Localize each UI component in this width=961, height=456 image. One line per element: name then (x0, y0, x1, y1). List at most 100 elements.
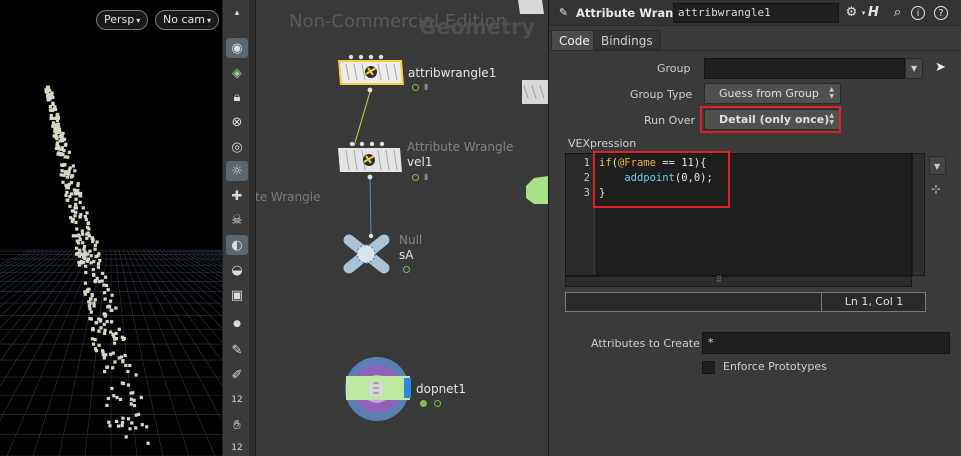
display-flag-icon[interactable] (412, 174, 419, 181)
particle (103, 370, 107, 374)
dopnet1-node[interactable] (345, 357, 411, 421)
search-icon[interactable]: ⌕ (889, 4, 906, 21)
pen-button[interactable]: ✐ (226, 365, 248, 385)
particle (83, 256, 87, 261)
particle (109, 352, 113, 356)
node-label-dopnet1: dopnet1 (416, 382, 466, 396)
select-arrow-icon[interactable]: ➤ (935, 60, 946, 75)
display-flag-icon[interactable] (412, 84, 419, 91)
chevron-down-icon: ▾ (136, 16, 141, 25)
lock-icon: 🔒︎ (233, 89, 241, 105)
toolbar-arrow-button[interactable]: ▴ (226, 3, 248, 23)
scene-viewport[interactable]: Persp ▾ No cam ▾ (0, 0, 222, 456)
frame-count-button[interactable]: 12 (226, 390, 248, 410)
particle (79, 260, 83, 264)
group-select-button[interactable]: ▼ (905, 58, 923, 79)
particle (90, 293, 94, 297)
partial-node-right (522, 80, 548, 104)
pane-divider[interactable] (249, 0, 256, 456)
particle (95, 276, 99, 281)
particle (90, 337, 94, 341)
attributes-to-create-field[interactable]: * (702, 332, 950, 354)
ghost-button[interactable]: ◈ (226, 63, 248, 83)
particle (103, 328, 107, 332)
tab-bindings[interactable]: Bindings (593, 30, 661, 50)
particle (91, 342, 96, 346)
chevron-up-icon: ▴ (234, 7, 240, 18)
help-icon[interactable]: ? (934, 6, 948, 20)
display-flag-icon[interactable] (420, 400, 427, 407)
attribwrangle1-node[interactable] (338, 54, 404, 93)
vel1-node[interactable] (338, 141, 402, 180)
cam-select-button[interactable]: No cam ▾ (155, 10, 219, 30)
snap-button[interactable]: ⊗ (226, 112, 248, 132)
group-type-menu[interactable]: Guess from Group ▲ ▼ (704, 83, 841, 104)
cursor-position: Ln 1, Col 1 (821, 293, 926, 311)
particle (104, 275, 108, 279)
particle (66, 171, 70, 175)
network-editor[interactable]: Non-Commercial Edition Geometry te Wrang… (256, 0, 548, 456)
particle (100, 271, 105, 275)
frame-count-button-2[interactable]: 12 (226, 438, 248, 456)
particle (99, 318, 103, 322)
info-icon[interactable]: i (911, 6, 925, 20)
viewport-grid (0, 85, 222, 456)
grid-line (178, 249, 222, 275)
grid-line (158, 249, 222, 300)
lock-camera-button[interactable]: 🔒︎ (226, 87, 248, 107)
vex-menu-button[interactable]: ▼ (929, 156, 946, 175)
shade-button[interactable]: ◐ (226, 235, 248, 255)
particle (78, 214, 82, 218)
sA-null-node[interactable] (343, 233, 390, 274)
enforce-prototypes-checkbox[interactable] (702, 361, 715, 374)
light-button[interactable]: ☼ (226, 161, 248, 181)
tab-code[interactable]: Code (551, 30, 598, 50)
line-number-gutter: 1 2 3 (566, 154, 595, 275)
particle (102, 356, 106, 360)
display-flag-icon[interactable] (403, 266, 410, 273)
grid-line (186, 249, 222, 268)
camera-menu-button[interactable]: Persp ▾ (96, 10, 149, 30)
partial-node-top (518, 0, 544, 14)
skull-button[interactable]: ☠ (226, 210, 248, 230)
particle (120, 424, 124, 428)
code-hscrollbar[interactable]: ⠿ (565, 275, 912, 287)
code-vscrollbar[interactable] (912, 153, 925, 276)
enforce-prototypes-label: Enforce Prototypes (723, 360, 827, 373)
render-flag-icon[interactable] (434, 400, 441, 407)
particle (145, 425, 149, 429)
point-button[interactable]: ● (226, 314, 248, 334)
brush-button[interactable]: ✎ (226, 340, 248, 360)
particle (86, 221, 91, 225)
particle (84, 270, 88, 275)
particle (73, 191, 77, 196)
sculpt-button[interactable]: ✋︎ (226, 415, 248, 435)
render-button[interactable]: ▣ (226, 285, 248, 305)
particle (54, 133, 58, 137)
camera-button[interactable]: ◎ (226, 137, 248, 157)
display-options-button[interactable]: ◉ (226, 38, 248, 58)
particle (74, 197, 78, 201)
visibility-button[interactable]: ◒ (226, 260, 248, 280)
network-canvas (338, 0, 548, 421)
camera-icon: ◎ (231, 139, 243, 155)
particle (62, 148, 66, 153)
particle (114, 331, 118, 335)
particle (116, 424, 121, 428)
node-name-field[interactable]: attribwrangle1 (673, 3, 839, 23)
particle (83, 292, 87, 296)
particle (54, 129, 58, 133)
particle (110, 293, 114, 297)
help-h-icon[interactable]: H (865, 4, 882, 21)
lock-icon: ▮ (424, 82, 429, 91)
particle (106, 305, 110, 309)
create-spare-parm-icon[interactable]: ⊹ (931, 182, 941, 196)
particle (102, 322, 106, 326)
particle (113, 360, 117, 364)
grid-line (206, 249, 222, 257)
add-light-button[interactable]: ✚ (226, 186, 248, 206)
shade-icon: ◐ (231, 237, 243, 253)
brush-icon: ✎ (231, 342, 243, 358)
particle (78, 200, 82, 204)
group-field[interactable] (704, 58, 905, 79)
